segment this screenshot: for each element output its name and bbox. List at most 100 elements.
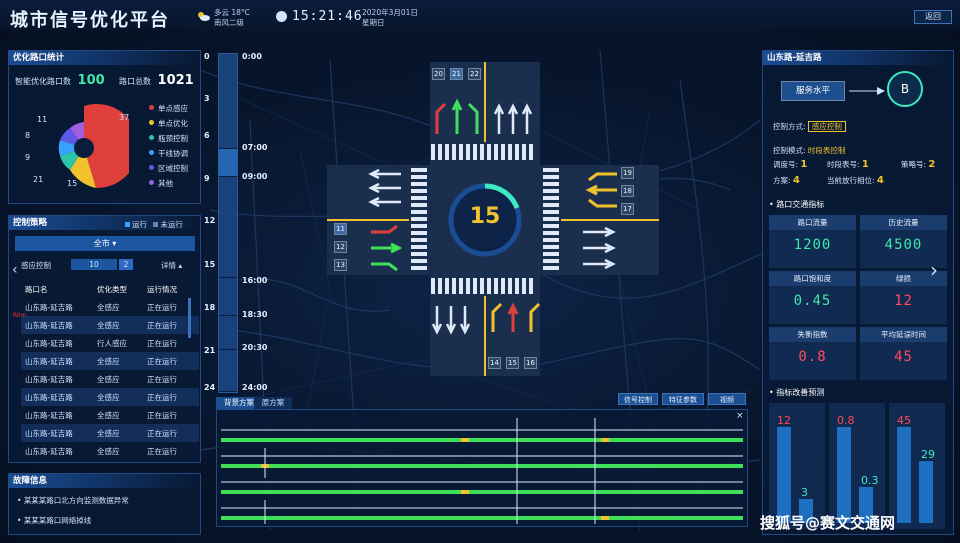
pie-label-11: 11 (37, 115, 48, 124)
table-row[interactable]: 山东路-延吉路 全感应 正在运行 (21, 406, 199, 424)
lane-number[interactable]: 16 (524, 357, 537, 369)
timeline-hour: 3 (204, 94, 210, 103)
timeline-bar[interactable] (218, 53, 238, 393)
timeline-segment[interactable] (219, 177, 237, 278)
timeline-segment[interactable] (219, 350, 237, 392)
legend-item: 干线协调 (149, 148, 188, 159)
west-arrows (371, 224, 403, 272)
south-arrows (491, 302, 541, 332)
legend-dot (149, 150, 154, 155)
lane-number[interactable]: 20 (432, 68, 445, 80)
schedule-row: 调度号: 1 (773, 159, 808, 170)
arrow-right-icon (849, 87, 885, 95)
pie-center-hole (74, 138, 94, 158)
signal-timing-bars (221, 418, 743, 524)
signal-plan-panel: × (216, 409, 748, 527)
right-arrow-icon[interactable]: › (930, 258, 938, 282)
table-cell: 正在运行 (147, 303, 177, 312)
table-cell: 全感应 (97, 429, 120, 438)
optimized-value: 100 (77, 73, 105, 88)
table-cell: 全感应 (97, 303, 120, 312)
table-row[interactable]: 山东路-延吉路 全感应 正在运行 (21, 352, 199, 370)
strategy-panel: 控制策略 运行 未运行 全市 ▾ 感应控制 10 2 详情 ▴ ‹ Rinn 路… (8, 215, 201, 463)
lane-number[interactable]: 14 (488, 357, 501, 369)
timeline-time: 09:00 (242, 172, 268, 181)
timeline-segment[interactable] (219, 278, 237, 316)
lane-number[interactable]: 18 (621, 185, 634, 197)
table-row[interactable]: 山东路-延吉路 全感应 正在运行 (21, 442, 199, 460)
video-button[interactable]: 视频 (708, 393, 746, 405)
lane-number[interactable]: 11 (334, 223, 347, 235)
table-row[interactable]: 山东路-延吉路 全感应 正在运行 (21, 316, 199, 334)
forecast-bar (777, 427, 791, 523)
fault-panel-title: 故障信息 (9, 474, 200, 488)
metric-value: 1200 (793, 237, 832, 253)
lane-number[interactable]: 21 (450, 68, 463, 80)
legend-label: 单点感应 (158, 104, 188, 113)
timeline-segment[interactable] (219, 316, 237, 350)
table-cell: 全感应 (97, 447, 120, 456)
forecast-bar (919, 461, 933, 523)
feature-params-button[interactable]: 特征参数 (662, 393, 704, 405)
metric-value: 4500 (884, 237, 923, 253)
plan-row: 方案: 4 (773, 175, 800, 186)
tab-original-plan[interactable]: 原方案 (254, 397, 292, 409)
strategy-row: 策略号: 2 (901, 159, 936, 170)
legend-dot (149, 135, 154, 140)
weekday-text: 星期日 (362, 18, 385, 27)
pie-label-8: 8 (25, 131, 31, 140)
metric-label: 路口饱和度 (769, 271, 856, 286)
east-arrows (585, 172, 617, 208)
service-level-button[interactable]: 服务水平 (781, 81, 845, 101)
table-row[interactable]: 山东路-延吉路 全感应 正在运行 (21, 370, 199, 388)
strategy-pie-chart (58, 104, 129, 189)
metric-label: 历史流量 (860, 215, 947, 230)
caret-up-icon: ▴ (178, 261, 183, 270)
metric-value: 0.8 (798, 349, 827, 365)
chevron-down-icon: ▾ (112, 239, 117, 248)
table-cell: 正在运行 (147, 411, 177, 420)
lane-number[interactable]: 17 (621, 203, 634, 215)
fault-item[interactable]: • 某某某路口网络掉线 (17, 515, 91, 526)
filter-row: 感应控制 10 2 详情 ▴ (21, 259, 191, 271)
timeline-hour: 15 (204, 260, 216, 269)
stats-panel: 优化路口统计 智能优化路口数 100 路口总数 1021 37 11 8 9 2… (8, 50, 201, 204)
app-title: 城市信号优化平台 (10, 10, 170, 31)
back-button[interactable]: 返回 (914, 10, 952, 24)
table-row[interactable]: 山东路-延吉路 行人感应 正在运行 (21, 334, 199, 352)
timeline-time: 07:00 (242, 143, 268, 152)
detail-link[interactable]: 详情 ▴ (161, 260, 182, 271)
total-label: 路口总数 (119, 77, 151, 86)
legend-item: 单点优化 (149, 118, 188, 129)
timeline-segment-active[interactable] (219, 149, 237, 177)
timeline-segment[interactable] (219, 54, 237, 149)
filter-count-b[interactable]: 2 (119, 259, 133, 270)
table-cell: 山东路-延吉路 (25, 393, 73, 402)
table-row[interactable]: 山东路-延吉路 全感应 正在运行 (21, 424, 199, 442)
lane-number[interactable]: 13 (334, 259, 347, 271)
optimized-label: 智能优化路口数 (15, 77, 71, 86)
left-arrow-icon[interactable]: ‹ (12, 262, 18, 278)
city-select[interactable]: 全市 ▾ (15, 236, 195, 251)
table-row[interactable]: 山东路-延吉路 全感应 正在运行 (21, 298, 199, 316)
lane-number[interactable]: 12 (334, 241, 347, 253)
forecast-bar-label: 3 (801, 486, 808, 499)
legend-dot (149, 165, 154, 170)
lane-number[interactable]: 15 (506, 357, 519, 369)
forecast-bar (837, 427, 851, 523)
signal-control-button[interactable]: 信号控制 (618, 393, 658, 405)
table-cell: 正在运行 (147, 429, 177, 438)
forecast-bar-label: 45 (897, 414, 911, 427)
col-status: 运行情况 (147, 285, 177, 294)
table-row[interactable]: 山东路-延吉路 全感应 正在运行 (21, 388, 199, 406)
intersection-detail-title: 山东路-延吉路 (763, 51, 953, 65)
filter-count-a[interactable]: 10 (71, 259, 117, 270)
not-running-swatch (153, 222, 159, 227)
fault-item[interactable]: • 某某某路口北方向监测数据异常 (17, 495, 129, 506)
table-scrollbar[interactable] (188, 298, 191, 338)
weather-temp: 多云 18°C (214, 8, 250, 17)
lane-number[interactable]: 22 (468, 68, 481, 80)
running-swatch (125, 222, 130, 227)
lane-number[interactable]: 19 (621, 167, 634, 179)
table-cell: 全感应 (97, 357, 120, 366)
